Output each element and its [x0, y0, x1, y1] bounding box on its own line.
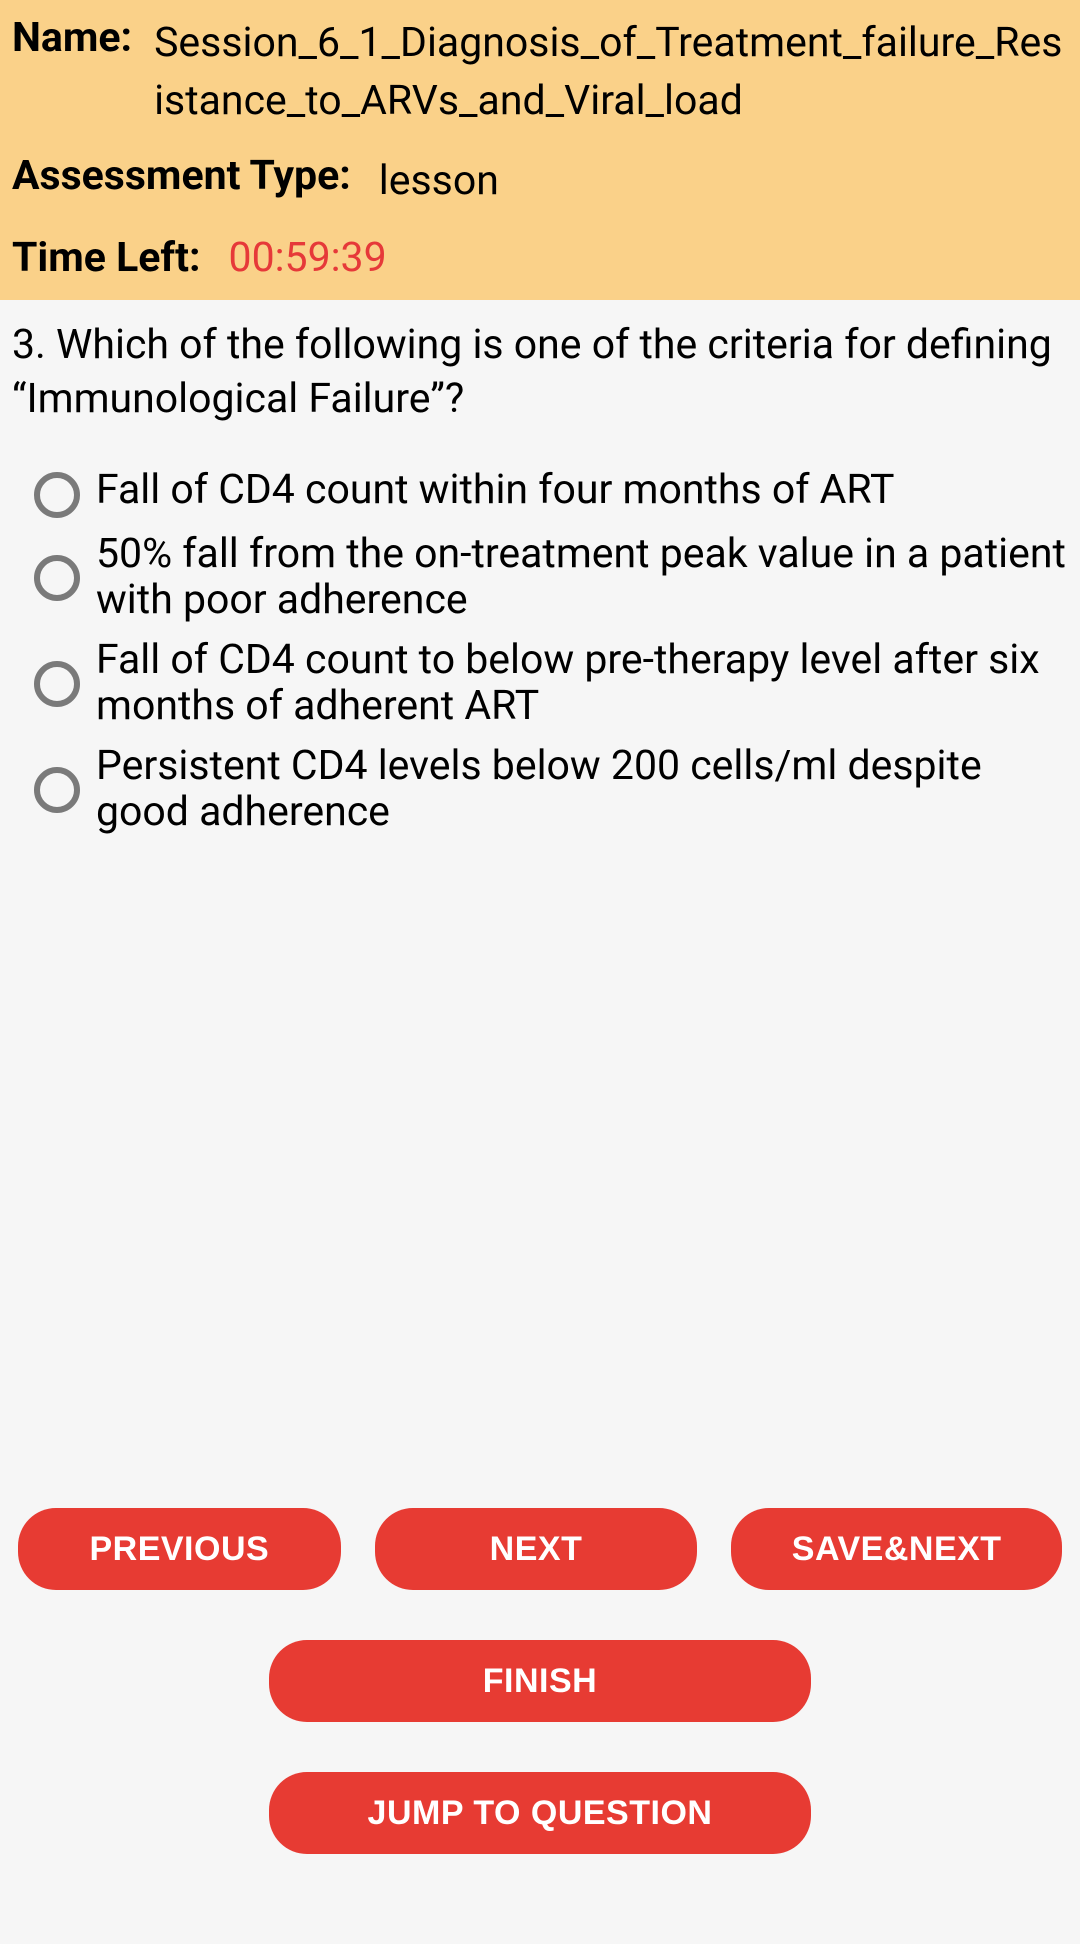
option-row[interactable]: Fall of CD4 count within four months of …	[34, 468, 1068, 518]
assessment-type-row: Assessment Type: lesson	[12, 152, 1068, 211]
previous-button[interactable]: PREVIOUS	[18, 1508, 341, 1590]
assessment-type-value: lesson	[379, 152, 499, 211]
question-body: Which of the following is one of the cri…	[12, 321, 1052, 423]
radio-icon[interactable]	[34, 661, 80, 707]
radio-icon[interactable]	[34, 555, 80, 601]
time-left-label: Time Left:	[12, 234, 201, 282]
option-text: Persistent CD4 levels below 200 cells/ml…	[96, 744, 1068, 836]
option-text: Fall of CD4 count within four months of …	[96, 468, 895, 514]
option-row[interactable]: Persistent CD4 levels below 200 cells/ml…	[34, 744, 1068, 836]
name-row: Name: Session_6_1_Diagnosis_of_Treatment…	[12, 14, 1068, 130]
name-label: Name:	[12, 14, 132, 130]
question-text: 3. Which of the following is one of the …	[12, 318, 1068, 426]
option-text: Fall of CD4 count to below pre-therapy l…	[96, 638, 1068, 730]
finish-button[interactable]: FINISH	[269, 1640, 811, 1722]
question-area: 3. Which of the following is one of the …	[0, 300, 1080, 836]
save-next-button[interactable]: SAVE&NEXT	[731, 1508, 1062, 1590]
radio-icon[interactable]	[34, 472, 80, 518]
time-left-value: 00:59:39	[229, 234, 387, 282]
option-row[interactable]: 50% fall from the on-treatment peak valu…	[34, 532, 1068, 624]
question-number: 3.	[12, 321, 46, 369]
option-row[interactable]: Fall of CD4 count to below pre-therapy l…	[34, 638, 1068, 730]
name-value: Session_6_1_Diagnosis_of_Treatment_failu…	[154, 14, 1068, 130]
nav-button-row: PREVIOUS NEXT SAVE&NEXT	[18, 1508, 1062, 1590]
time-left-row: Time Left: 00:59:39	[12, 234, 1068, 282]
radio-icon[interactable]	[34, 767, 80, 813]
assessment-header: Name: Session_6_1_Diagnosis_of_Treatment…	[0, 0, 1080, 300]
button-container: PREVIOUS NEXT SAVE&NEXT FINISH JUMP TO Q…	[0, 1508, 1080, 1854]
assessment-type-label: Assessment Type:	[12, 152, 351, 211]
next-button[interactable]: NEXT	[375, 1508, 698, 1590]
jump-to-question-button[interactable]: JUMP TO QUESTION	[269, 1772, 811, 1854]
option-text: 50% fall from the on-treatment peak valu…	[96, 532, 1068, 624]
options-list: Fall of CD4 count within four months of …	[12, 468, 1068, 835]
